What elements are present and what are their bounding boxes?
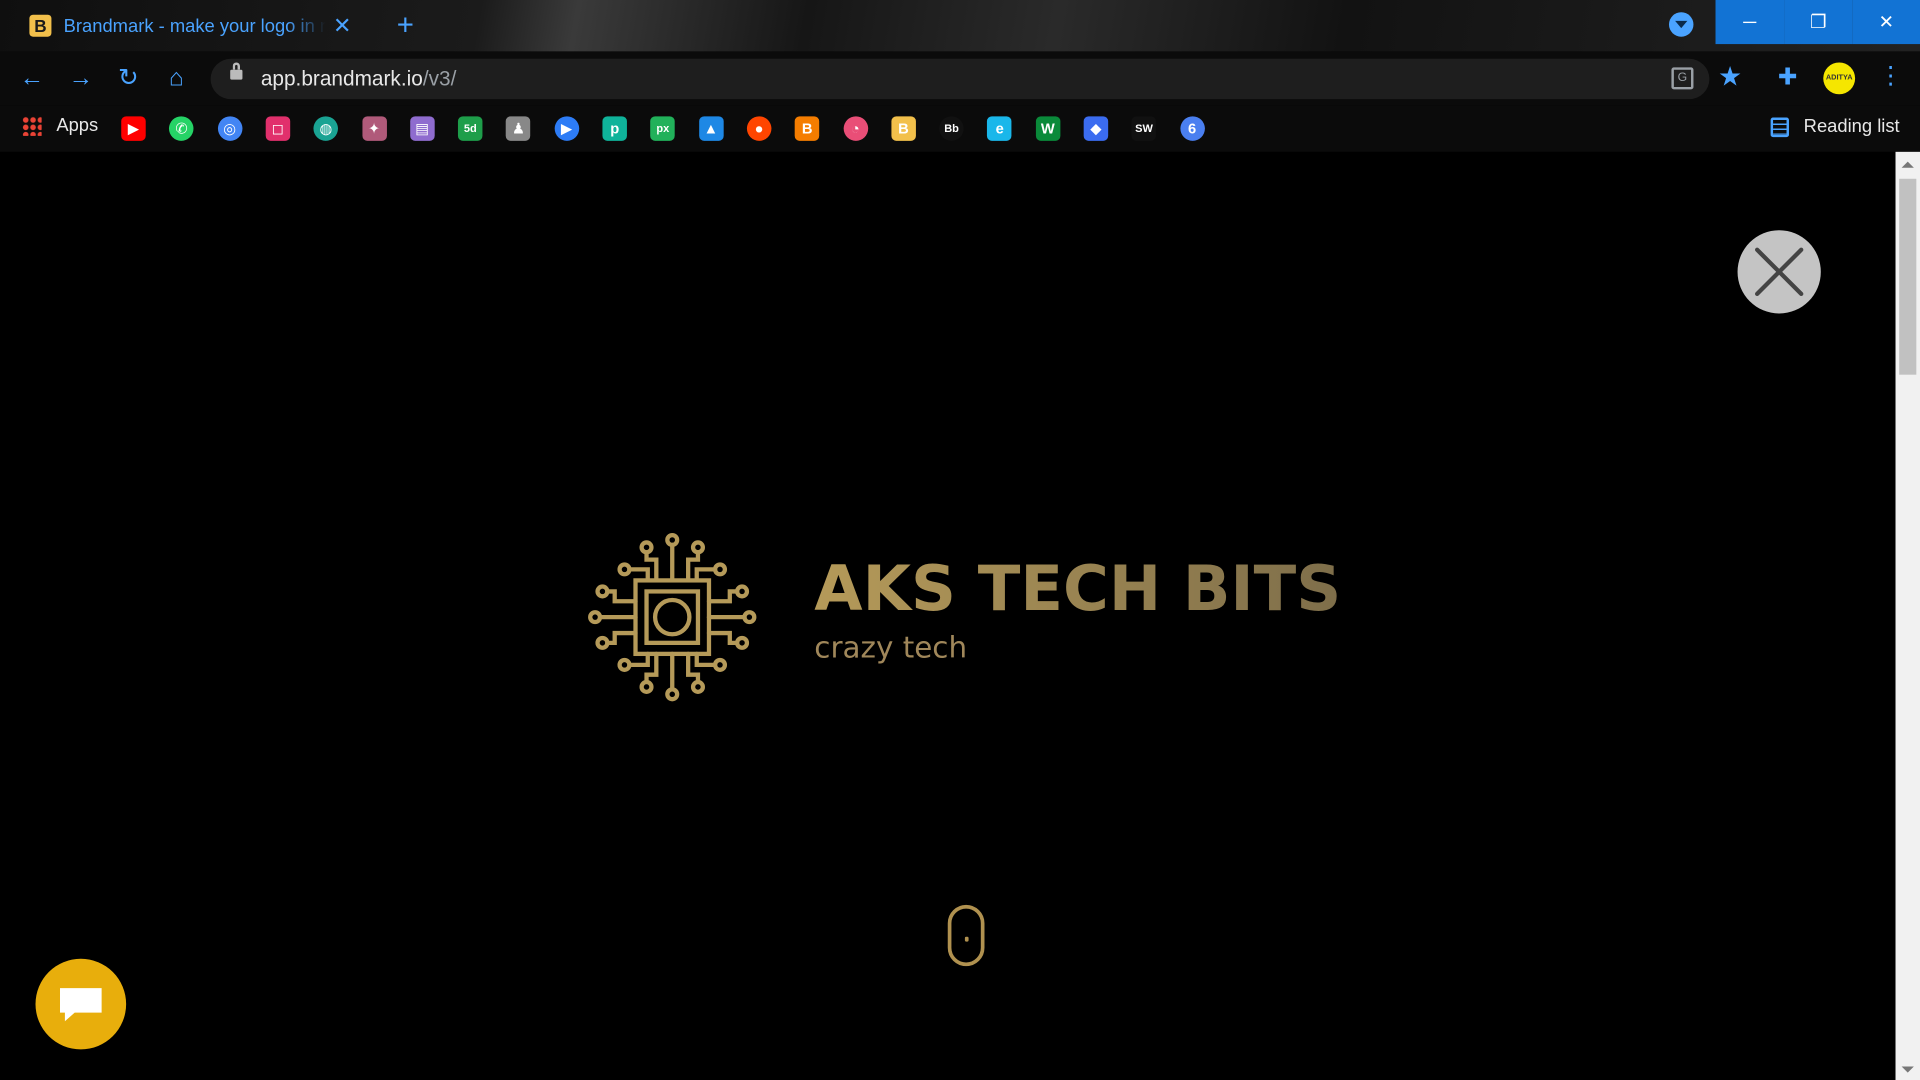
bookmark-brandmark-icon[interactable]: B: [891, 116, 916, 141]
bookmark-blogger-icon[interactable]: B: [794, 116, 820, 141]
extensions-icon[interactable]: ✚: [1778, 64, 1797, 92]
chat-bubble-icon: [60, 988, 102, 1022]
scroll-thumb[interactable]: [1899, 178, 1917, 375]
url-path: /v3/: [422, 67, 457, 91]
bookmark-edge-icon[interactable]: e: [987, 116, 1012, 141]
apps-shortcut[interactable]: Apps: [22, 115, 98, 136]
bookmark-reddit-icon[interactable]: ●: [746, 116, 772, 141]
reading-list-button[interactable]: Reading list: [1770, 116, 1900, 138]
brand-tagline: crazy tech: [814, 630, 968, 665]
reading-list-label: Reading list: [1803, 116, 1900, 138]
translate-icon[interactable]: G: [1671, 67, 1694, 90]
chat-button[interactable]: [35, 958, 127, 1050]
scroll-down-mouse-icon[interactable]: [947, 904, 985, 967]
bookmark-picsart-icon[interactable]: p: [602, 116, 627, 141]
brand-name: AKS TECH BITS: [814, 553, 1342, 626]
avatar[interactable]: ADITYA: [1823, 62, 1856, 95]
bookmark-youtube-icon[interactable]: ▶: [121, 116, 146, 141]
page-scrollbar[interactable]: [1895, 151, 1920, 1080]
tab-close-icon[interactable]: ✕: [333, 13, 351, 39]
bookmark-whatsapp-icon[interactable]: ✆: [169, 116, 194, 141]
bookmark-rainbow-app-icon[interactable]: ▤: [409, 116, 435, 141]
apps-grid-icon: [22, 115, 42, 136]
bookmark-instagram-icon[interactable]: ◻: [265, 116, 291, 141]
minimize-button[interactable]: ─: [1715, 0, 1785, 45]
address-bar[interactable]: app.brandmark.io/v3/ G: [210, 58, 1710, 100]
bookmark-5d-icon[interactable]: 5d: [458, 116, 483, 141]
forward-button[interactable]: →: [66, 64, 95, 93]
reading-list-icon: [1770, 116, 1789, 137]
reload-button[interactable]: ↻: [114, 64, 143, 93]
restore-button[interactable]: ❐: [1784, 0, 1853, 45]
close-window-button[interactable]: ✕: [1852, 0, 1920, 45]
bookmark-avatar-art-icon[interactable]: ✦: [361, 116, 387, 141]
scroll-down-arrow-icon[interactable]: [1901, 1066, 1914, 1073]
bookmark-site-teal-icon[interactable]: ◍: [313, 116, 339, 141]
bookmark-sw-icon[interactable]: SW: [1131, 116, 1157, 141]
bookmark-play-circle-icon[interactable]: ▶: [554, 116, 579, 141]
bookmark-star-icon[interactable]: ★: [1718, 61, 1742, 93]
bookmark-bb-icon[interactable]: Bb: [939, 116, 964, 141]
url-host: app.brandmark.io: [260, 67, 423, 91]
bookmark-px-icon[interactable]: px: [650, 116, 676, 141]
tab-search-icon[interactable]: [1668, 12, 1694, 37]
close-preview-button[interactable]: [1737, 230, 1821, 314]
bookmark-flag-app-icon[interactable]: ◆: [1083, 116, 1109, 141]
home-button[interactable]: ⌂: [162, 64, 191, 93]
title-bar: B Brandmark - make your logo in minutes …: [0, 0, 1920, 52]
apps-label: Apps: [56, 115, 99, 136]
tab-favicon: B: [29, 14, 52, 37]
new-tab-button[interactable]: +: [389, 9, 421, 42]
url-text[interactable]: app.brandmark.io/v3/: [261, 67, 457, 91]
bookmarks-bar: Apps ▶ ✆ ◎ ◻ ◍ ✦ ▤ 5d ♟ ▶ p px ▲ ● B ◔ B Bb e W ◆ SW 6 Reading…: [0, 105, 1920, 152]
circuit-chip-icon: [588, 532, 757, 702]
browser-tab[interactable]: B Brandmark - make your logo in minutes …: [15, 5, 373, 47]
bookmark-podcasts-icon[interactable]: ◎: [217, 116, 242, 141]
lock-icon[interactable]: [230, 62, 243, 80]
scroll-up-arrow-icon[interactable]: [1901, 161, 1914, 168]
bookmark-joystick-icon[interactable]: ♟: [506, 116, 531, 141]
more-menu-icon[interactable]: ⋮: [1878, 64, 1902, 88]
bookmark-flask-icon[interactable]: ▲: [698, 116, 724, 141]
bookmark-w-icon[interactable]: W: [1035, 116, 1061, 141]
close-icon: [1755, 247, 1804, 297]
back-button[interactable]: ←: [17, 64, 46, 93]
toolbar: ← → ↻ ⌂ app.brandmark.io/v3/ G: [0, 51, 1920, 106]
bookmark-swirl-icon[interactable]: ◔: [843, 116, 868, 141]
tab-title: Brandmark - make your logo in minutes: [63, 15, 326, 37]
bookmark-circle-app-icon[interactable]: 6: [1179, 116, 1205, 141]
